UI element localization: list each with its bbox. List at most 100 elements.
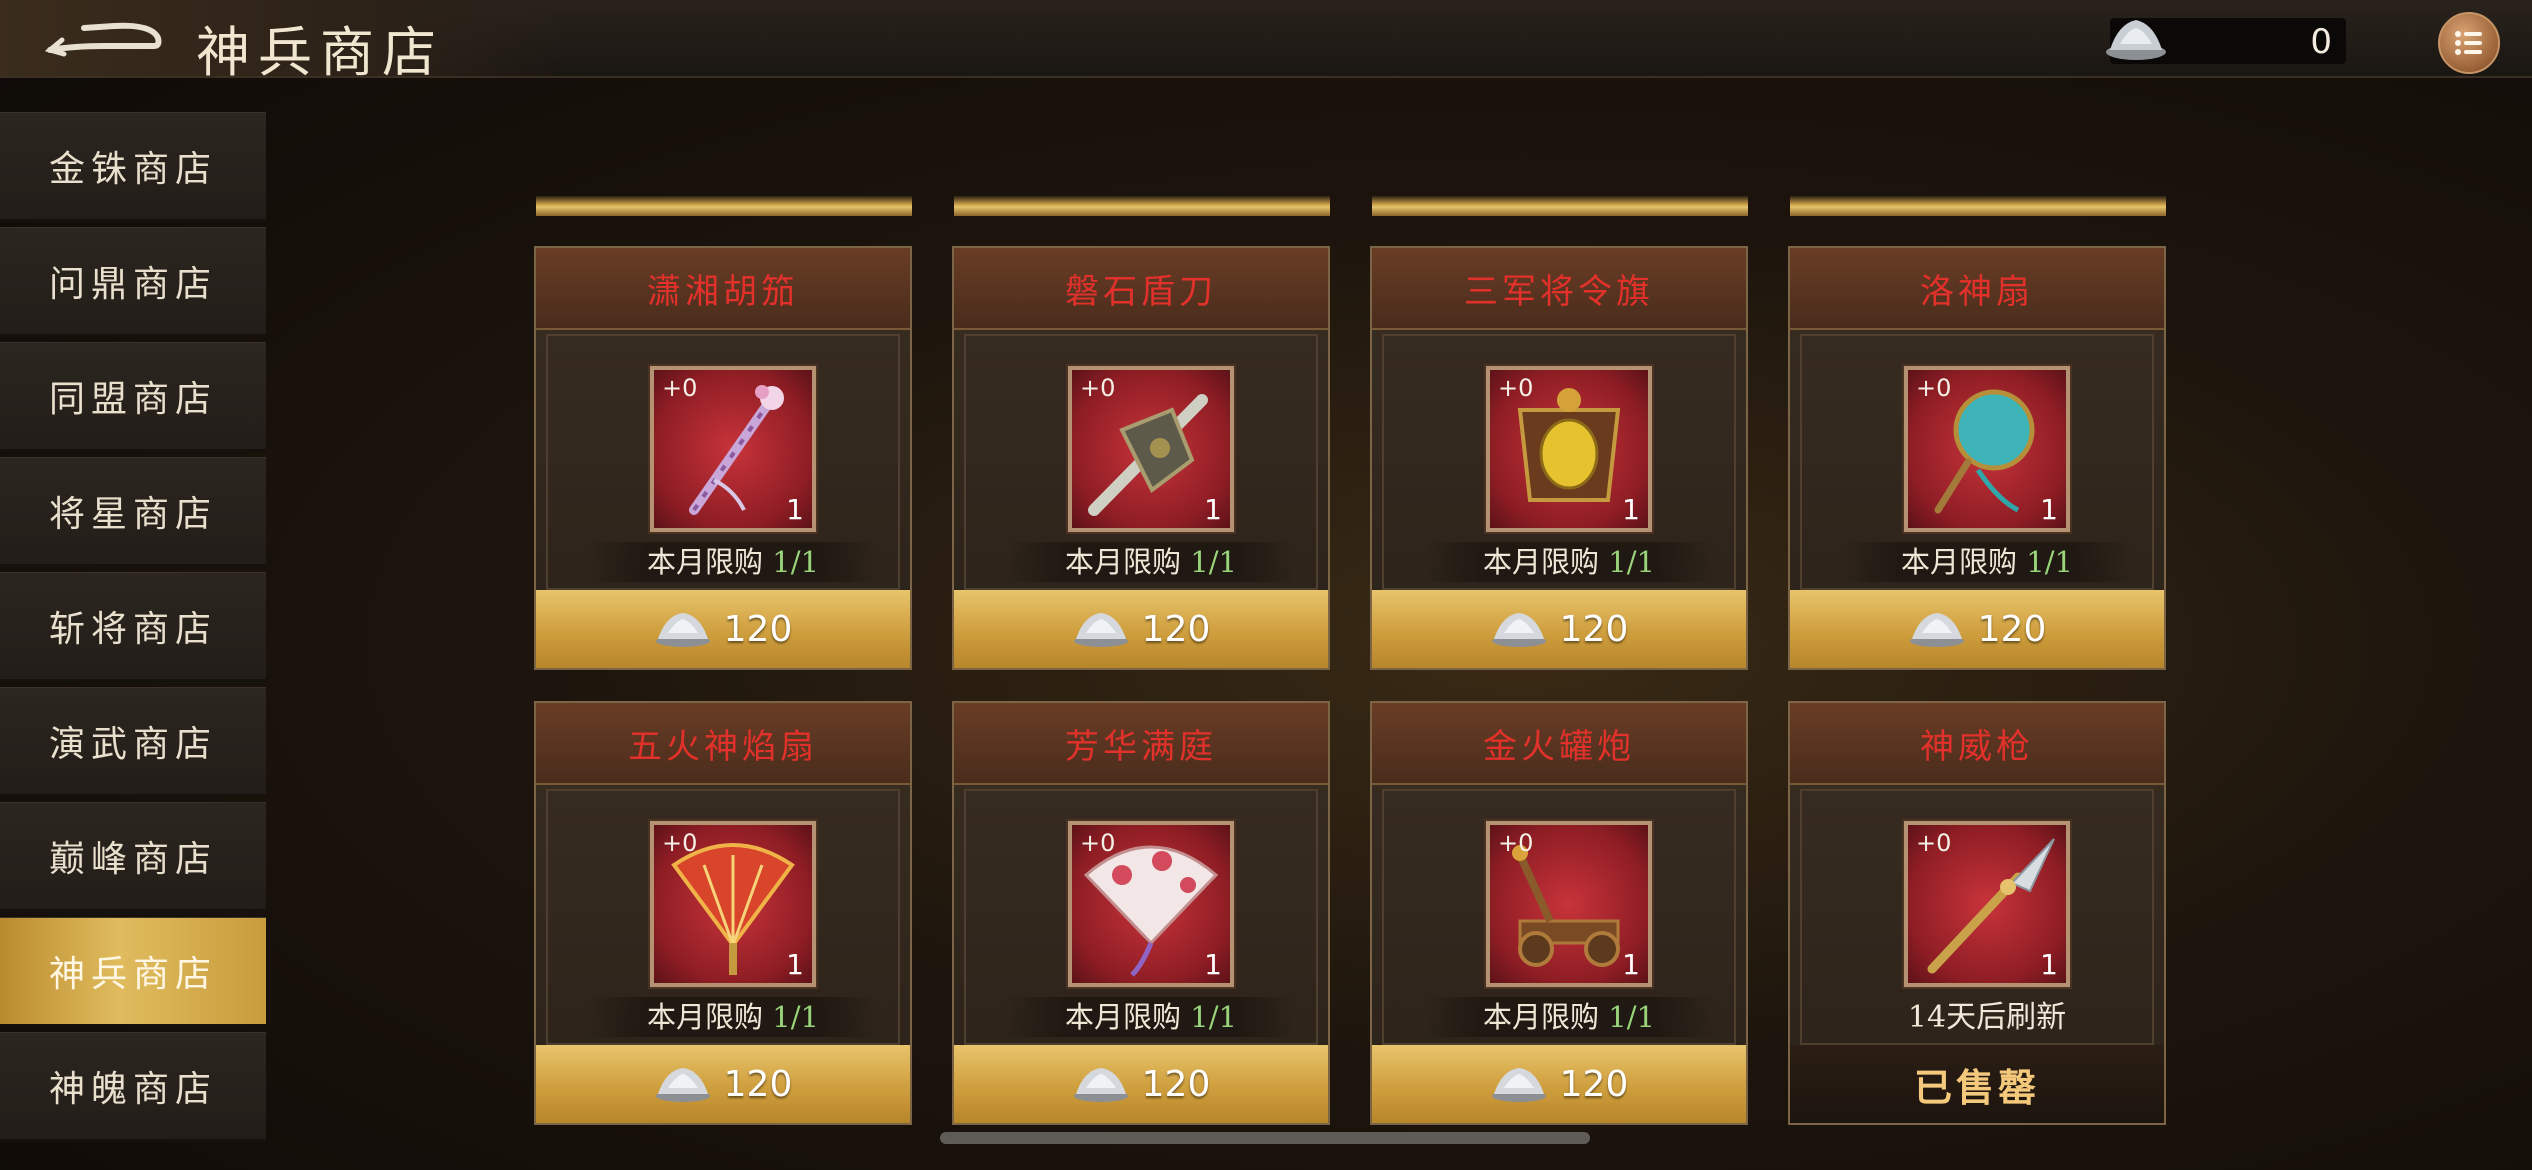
silver-ingot-icon — [655, 613, 710, 647]
buy-button[interactable]: 120 — [954, 1045, 1328, 1123]
purchase-limit: 本月限购 1/1 — [1424, 997, 1714, 1037]
item-price: 120 — [1141, 1063, 1211, 1105]
card-header: 三军将令旗 — [1372, 248, 1746, 330]
shop-item-card[interactable]: 潇湘胡笳 +0 1 本月限购 1/1 120 — [534, 246, 912, 670]
silver-ingot-icon — [1491, 1068, 1546, 1102]
item-icon-frame[interactable]: +0 1 — [1066, 819, 1236, 989]
item-price: 120 — [1559, 608, 1629, 650]
back-button[interactable] — [44, 16, 164, 60]
shop-item-card[interactable]: 磐石盾刀 +0 1 本月限购 1/1 120 — [952, 246, 1330, 670]
item-enhance-level: +0 — [1498, 374, 1534, 402]
purchase-limit: 本月限购 1/1 — [1424, 542, 1714, 582]
sidebar-item-jinzhu-shop[interactable]: 金铢商店 — [0, 112, 266, 222]
shop-item-card[interactable]: 神威枪 +0 1 14天后刷新 已售罄 — [1788, 701, 2166, 1125]
item-icon-frame[interactable]: +0 1 — [1902, 364, 2072, 534]
sidebar-item-divine-soul-shop[interactable]: 神魄商店 — [0, 1032, 266, 1142]
silver-ingot-icon — [1073, 1068, 1128, 1102]
page-title: 神兵商店 — [196, 21, 444, 84]
sidebar-item-zhanjiang-shop[interactable]: 斩将商店 — [0, 572, 266, 682]
currency-display: 0 — [2106, 18, 2346, 64]
card-body: +0 1 本月限购 1/1 — [1382, 334, 1736, 590]
silver-ingot-icon — [655, 1068, 710, 1102]
item-enhance-level: +0 — [1916, 374, 1952, 402]
card-body: +0 1 本月限购 1/1 — [1800, 334, 2154, 590]
card-body: +0 1 本月限购 1/1 — [546, 334, 900, 590]
purchase-limit-label: 本月限购 — [1065, 545, 1182, 579]
menu-button[interactable] — [2438, 12, 2500, 74]
card-header: 金火罐炮 — [1372, 703, 1746, 785]
buy-button[interactable]: 120 — [1372, 1045, 1746, 1123]
item-icon-frame[interactable]: +0 1 — [1066, 364, 1236, 534]
purchase-limit: 本月限购 1/1 — [1842, 542, 2132, 582]
item-icon-frame[interactable]: +0 1 — [648, 819, 818, 989]
item-icon-frame[interactable]: +0 1 — [648, 364, 818, 534]
shop-item-card[interactable]: 五火神焰扇 +0 1 本月限购 1/1 120 — [534, 701, 912, 1125]
shop-item-card[interactable]: 洛神扇 +0 1 本月限购 1/1 120 — [1788, 246, 2166, 670]
horizontal-scrollbar[interactable] — [940, 1132, 1590, 1144]
purchase-limit-value: 1/1 — [1608, 545, 1655, 579]
item-quantity: 1 — [2040, 493, 2058, 526]
sidebar-item-divine-weapon-shop[interactable]: 神兵商店 — [0, 917, 266, 1027]
item-name: 神威枪 — [1920, 726, 2034, 767]
item-enhance-level: +0 — [1080, 829, 1116, 857]
card-top-strip — [536, 196, 912, 216]
purchase-limit: 本月限购 1/1 — [588, 997, 878, 1037]
card-body: +0 1 本月限购 1/1 — [964, 789, 1318, 1045]
item-quantity: 1 — [786, 493, 804, 526]
shop-item-card[interactable]: 金火罐炮 +0 1 本月限购 1/1 120 — [1370, 701, 1748, 1125]
item-enhance-level: +0 — [1916, 829, 1952, 857]
purchase-limit-label: 本月限购 — [1065, 1000, 1182, 1034]
item-price: 120 — [723, 608, 793, 650]
sidebar-item-wending-shop[interactable]: 问鼎商店 — [0, 227, 266, 337]
sidebar-item-label: 问鼎商店 — [48, 264, 217, 305]
sidebar-item-alliance-shop[interactable]: 同盟商店 — [0, 342, 266, 452]
card-header: 潇湘胡笳 — [536, 248, 910, 330]
sidebar-item-yanwu-shop[interactable]: 演武商店 — [0, 687, 266, 797]
sidebar-item-label: 巅峰商店 — [48, 839, 217, 880]
shop-item-card[interactable]: 芳华满庭 +0 1 本月限购 1/1 120 — [952, 701, 1330, 1125]
item-name: 三军将令旗 — [1464, 271, 1654, 312]
refresh-countdown: 14天后刷新 — [1907, 1000, 2067, 1035]
purchase-limit-value: 1/1 — [772, 1000, 819, 1034]
item-icon-frame[interactable]: +0 1 — [1484, 819, 1654, 989]
item-name: 金火罐炮 — [1483, 726, 1635, 767]
item-price: 120 — [1977, 608, 2047, 650]
buy-button[interactable]: 120 — [1372, 590, 1746, 668]
item-name: 潇湘胡笳 — [647, 271, 799, 312]
item-quantity: 1 — [1204, 493, 1222, 526]
item-price: 120 — [1141, 608, 1211, 650]
item-enhance-level: +0 — [662, 374, 698, 402]
silver-ingot-icon — [1909, 613, 1964, 647]
sidebar-item-jiangxing-shop[interactable]: 将星商店 — [0, 457, 266, 567]
top-bar: 神兵商店 0 — [0, 0, 2532, 84]
silver-ingot-icon — [1073, 613, 1128, 647]
purchase-limit-value: 1/1 — [772, 545, 819, 579]
sidebar-item-peak-shop[interactable]: 巅峰商店 — [0, 802, 266, 912]
item-icon-frame[interactable]: +0 1 — [1902, 819, 2072, 989]
buy-button[interactable]: 120 — [1790, 590, 2164, 668]
buy-button[interactable]: 120 — [536, 590, 910, 668]
sidebar-item-label: 神魄商店 — [48, 1069, 217, 1110]
purchase-limit-label: 本月限购 — [647, 545, 764, 579]
shop-sidebar: 金铢商店 问鼎商店 同盟商店 将星商店 斩将商店 演武商店 巅峰商店 神兵商店 … — [0, 110, 268, 1170]
item-quantity: 1 — [1622, 948, 1640, 981]
item-icon-frame[interactable]: +0 1 — [1484, 364, 1654, 534]
card-top-strip — [954, 196, 1330, 216]
shop-item-card[interactable]: 三军将令旗 +0 1 本月限购 1/1 120 — [1370, 246, 1748, 670]
item-name: 芳华满庭 — [1065, 726, 1217, 767]
purchase-limit: 本月限购 1/1 — [588, 542, 878, 582]
silver-ingot-icon — [1491, 613, 1546, 647]
buy-button[interactable]: 120 — [954, 590, 1328, 668]
card-header: 神威枪 — [1790, 703, 2164, 785]
purchase-limit: 本月限购 1/1 — [1006, 542, 1296, 582]
card-header: 五火神焰扇 — [536, 703, 910, 785]
item-enhance-level: +0 — [1498, 829, 1534, 857]
sidebar-item-label: 同盟商店 — [48, 379, 217, 420]
card-header: 磐石盾刀 — [954, 248, 1328, 330]
sidebar-item-label: 将星商店 — [48, 494, 217, 535]
item-quantity: 1 — [2040, 948, 2058, 981]
buy-button[interactable]: 120 — [536, 1045, 910, 1123]
item-quantity: 1 — [786, 948, 804, 981]
item-name: 五火神焰扇 — [628, 726, 818, 767]
item-enhance-level: +0 — [662, 829, 698, 857]
